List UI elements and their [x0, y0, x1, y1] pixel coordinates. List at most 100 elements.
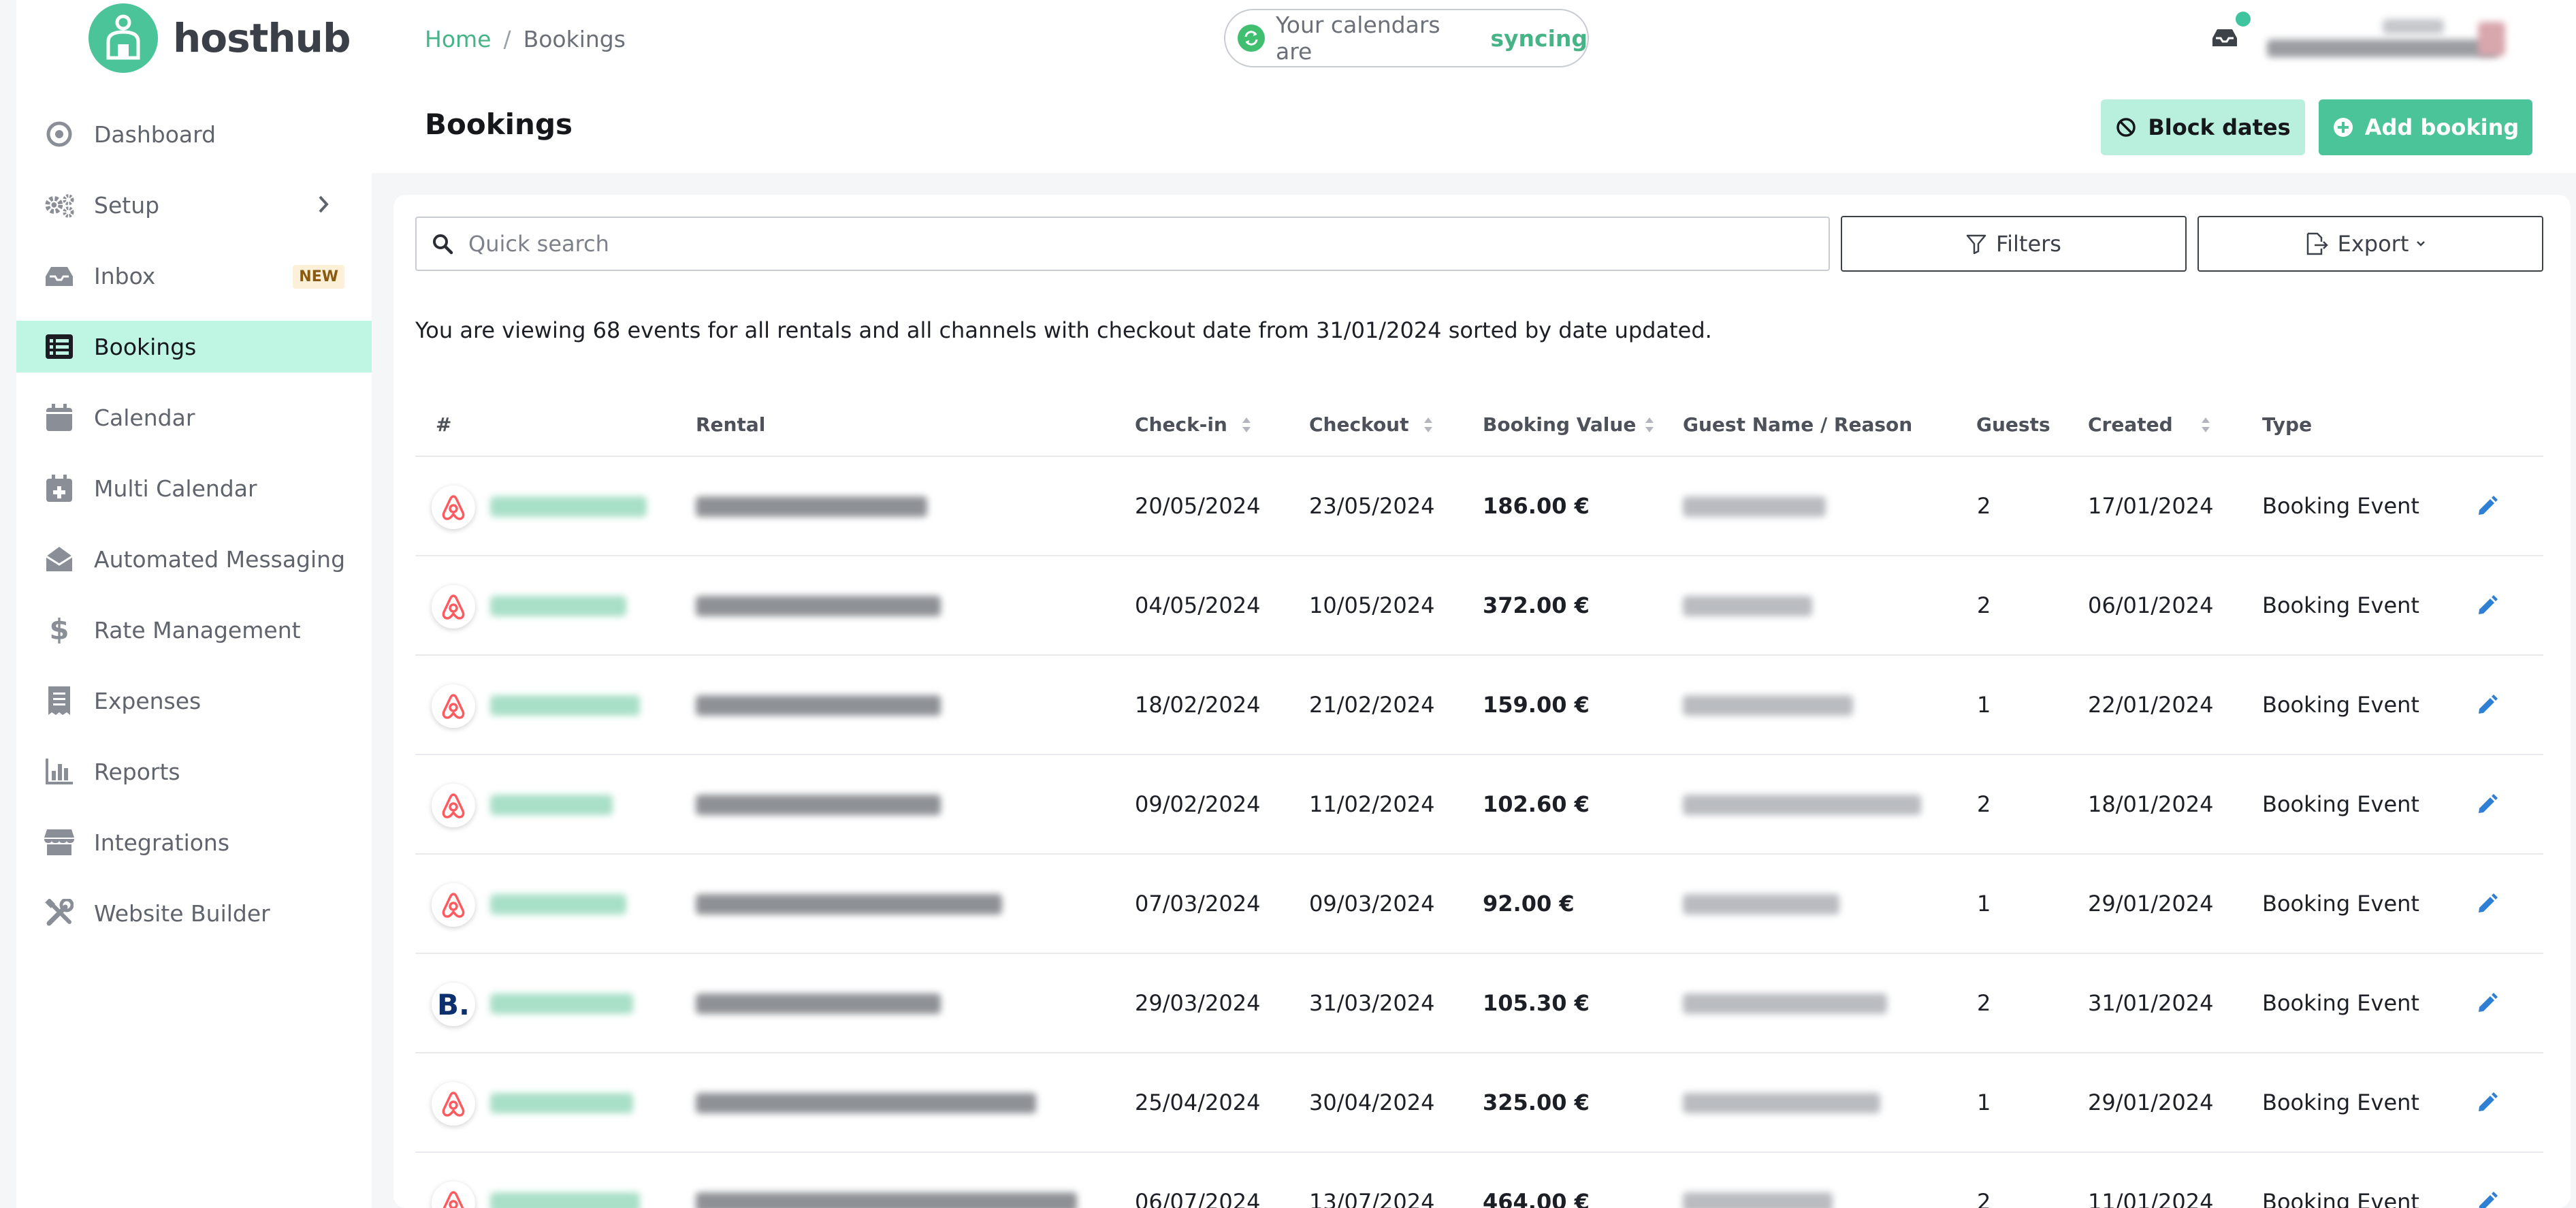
results-summary: You are viewing 68 events for all rental…	[415, 317, 1712, 343]
filters-button[interactable]: Filters	[1841, 216, 2187, 272]
table-row[interactable]: 06/07/2024 13/07/2024 464.00 € 2 11/01/2024 B…	[415, 1153, 2543, 1208]
guest-name	[1683, 894, 1839, 915]
airbnb-icon	[442, 694, 465, 719]
column-check-in[interactable]: Check-in	[1135, 413, 1252, 436]
dashboard-icon	[44, 118, 75, 150]
sidebar-item-dashboard[interactable]: Dashboard	[16, 108, 372, 160]
guest-count: 2	[1977, 791, 1991, 817]
checkout-date: 09/03/2024	[1309, 891, 1435, 917]
guest-count: 1	[1977, 1090, 1991, 1115]
inbox-tray-icon[interactable]	[2211, 27, 2238, 50]
guest-count: 2	[1977, 990, 1991, 1016]
sidebar-item-label: Setup	[94, 191, 160, 219]
edit-pencil-icon[interactable]	[2477, 1090, 2500, 1116]
rental-name[interactable]	[696, 894, 1002, 915]
booking-reference-link[interactable]	[490, 1192, 640, 1208]
user-menu[interactable]	[2267, 19, 2526, 63]
booking-reference-link[interactable]	[490, 496, 647, 517]
column-number: #	[436, 413, 452, 436]
rental-name[interactable]	[696, 695, 941, 716]
add-booking-button[interactable]: Add booking	[2319, 99, 2532, 155]
rental-name[interactable]	[696, 1192, 1077, 1208]
sidebar-item-website-builder[interactable]: Website Builder	[16, 887, 372, 939]
channel-badge	[432, 1082, 475, 1126]
filter-icon	[1966, 234, 1986, 254]
store-icon	[44, 827, 75, 858]
booking-reference-link[interactable]	[490, 795, 613, 815]
table-row[interactable]: 18/02/2024 21/02/2024 159.00 € 1 22/01/2024 B…	[415, 656, 2543, 755]
sidebar-item-reports[interactable]: Reports	[16, 746, 372, 797]
sync-text: Your calendars are	[1275, 12, 1440, 65]
sidebar-item-calendar[interactable]: Calendar	[16, 392, 372, 443]
rental-name[interactable]	[696, 994, 941, 1014]
hosthub-logo-icon	[88, 3, 158, 73]
file-export-icon	[2306, 232, 2328, 255]
search-input[interactable]	[468, 231, 1762, 257]
hosthub-logo[interactable]: hosthub	[88, 3, 351, 73]
column-type: Type	[2262, 413, 2313, 436]
sidebar-item-rate-management[interactable]: $ Rate Management	[16, 604, 372, 656]
table-row[interactable]: 20/05/2024 23/05/2024 186.00 € 2 17/01/2024 B…	[415, 457, 2543, 556]
sidebar-item-label: Automated Messaging	[94, 545, 346, 573]
booking-value: 105.30 €	[1483, 990, 1590, 1016]
edit-pencil-icon[interactable]	[2477, 792, 2500, 818]
sidebar-item-label: Website Builder	[94, 900, 270, 927]
calendar-sync-status[interactable]: Your calendars are syncing	[1224, 9, 1589, 67]
table-row[interactable]: 04/05/2024 10/05/2024 372.00 € 2 06/01/2024 B…	[415, 556, 2543, 656]
sidebar-item-inbox[interactable]: Inbox NEW	[16, 250, 372, 302]
notification-dot	[2236, 12, 2251, 27]
checkin-date: 07/03/2024	[1135, 891, 1261, 917]
event-type: Booking Event	[2262, 791, 2419, 817]
block-dates-button[interactable]: Block dates	[2101, 99, 2305, 155]
event-type: Booking Event	[2262, 990, 2419, 1016]
airbnb-icon	[442, 495, 465, 520]
created-date: 22/01/2024	[2088, 692, 2214, 718]
column-checkout[interactable]: Checkout	[1309, 413, 1434, 436]
column-created[interactable]: Created	[2088, 413, 2211, 436]
rental-name[interactable]	[696, 1093, 1036, 1113]
event-type: Booking Event	[2262, 493, 2419, 519]
booking-reference-link[interactable]	[490, 894, 626, 915]
sidebar-item-automated-messaging[interactable]: Automated Messaging	[16, 533, 372, 585]
export-button[interactable]: Export	[2197, 216, 2543, 272]
rental-name[interactable]	[696, 795, 941, 815]
table-row[interactable]: 07/03/2024 09/03/2024 92.00 € 1 29/01/2024 Bo…	[415, 855, 2543, 954]
quick-search-field[interactable]	[415, 217, 1830, 271]
sidebar-item-bookings[interactable]: Bookings	[16, 321, 372, 372]
bar-chart-icon	[44, 756, 75, 787]
guest-name	[1683, 496, 1826, 517]
sidebar-item-expenses[interactable]: Expenses	[16, 675, 372, 727]
sidebar-item-integrations[interactable]: Integrations	[16, 816, 372, 868]
column-guests: Guests	[1976, 413, 2050, 436]
booking-reference-link[interactable]	[490, 1093, 633, 1113]
gears-icon	[44, 189, 75, 221]
channel-badge: B.	[432, 983, 475, 1026]
table-row[interactable]: 09/02/2024 11/02/2024 102.60 € 2 18/01/2024 B…	[415, 755, 2543, 855]
chevron-down-icon	[2417, 241, 2426, 247]
booking-reference-link[interactable]	[490, 695, 640, 716]
airbnb-icon	[442, 793, 465, 818]
edit-pencil-icon[interactable]	[2477, 494, 2500, 520]
sidebar-item-setup[interactable]: Setup	[16, 179, 372, 231]
edit-pencil-icon[interactable]	[2477, 593, 2500, 619]
column-booking-value[interactable]: Booking Value	[1483, 413, 1655, 436]
page-title: Bookings	[425, 108, 573, 141]
booking-reference-link[interactable]	[490, 596, 626, 616]
airbnb-icon	[442, 893, 465, 918]
sort-icon	[1423, 417, 1432, 432]
edit-pencil-icon[interactable]	[2477, 891, 2500, 917]
checkin-date: 20/05/2024	[1135, 493, 1261, 519]
booking-reference-link[interactable]	[490, 994, 633, 1014]
rental-name[interactable]	[696, 496, 927, 517]
booking-value: 464.00 €	[1483, 1189, 1590, 1208]
edit-pencil-icon[interactable]	[2477, 991, 2500, 1017]
edit-pencil-icon[interactable]	[2477, 693, 2500, 718]
edit-pencil-icon[interactable]	[2477, 1190, 2500, 1208]
checkout-date: 11/02/2024	[1309, 791, 1435, 817]
table-row[interactable]: 25/04/2024 30/04/2024 325.00 € 1 29/01/2024 B…	[415, 1053, 2543, 1153]
booking-value: 372.00 €	[1483, 592, 1590, 618]
sidebar-item-multi-calendar[interactable]: Multi Calendar	[16, 462, 372, 514]
breadcrumb-home-link[interactable]: Home	[425, 26, 491, 52]
rental-name[interactable]	[696, 596, 941, 616]
table-row[interactable]: B. 29/03/2024 31/03/2024 105.30 € 2 31/01/202…	[415, 954, 2543, 1053]
